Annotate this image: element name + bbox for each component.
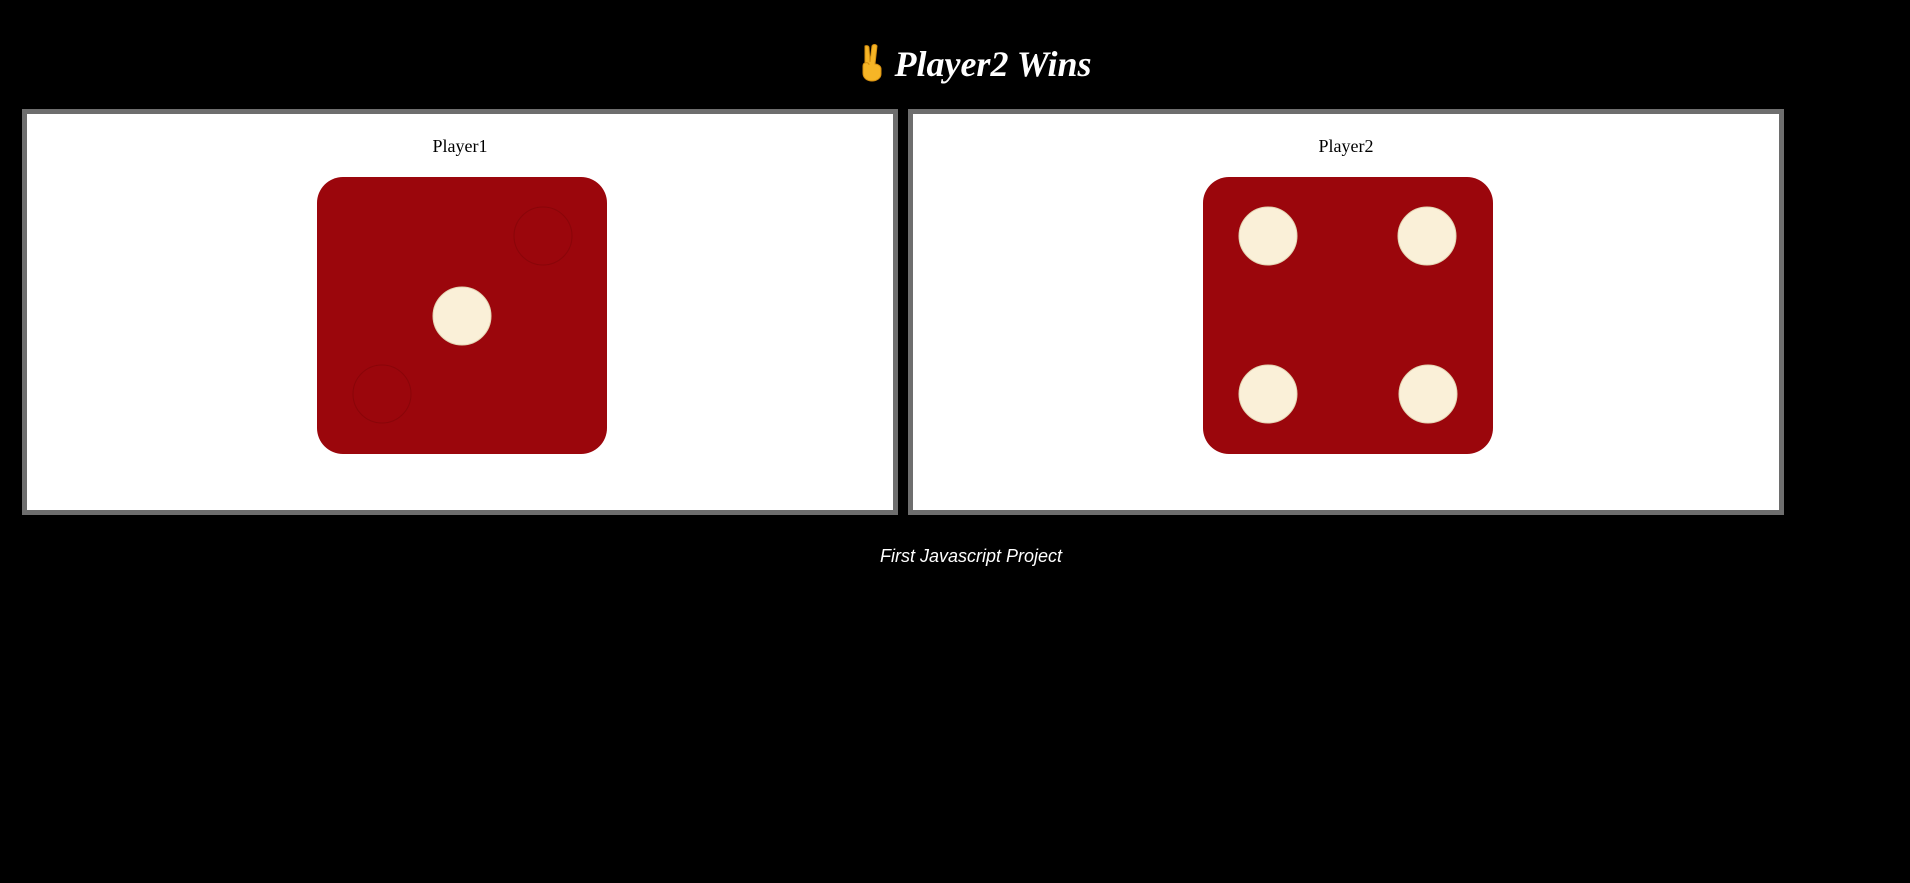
result-heading-text: Player2 Wins	[894, 44, 1092, 84]
player1-die-pip	[432, 286, 492, 346]
player2-die-pip	[1398, 364, 1458, 424]
victory-hand-icon	[862, 44, 882, 82]
result-heading: Player2 Wins	[0, 38, 1910, 90]
player2-die-pip	[1397, 206, 1457, 266]
player2-die	[1203, 177, 1493, 454]
player2-name: Player2	[1318, 136, 1374, 156]
footer-caption: First Javascript Project	[879, 546, 1063, 566]
player1-die	[317, 177, 607, 454]
player1-panel: Player1	[22, 109, 898, 515]
player2-die-pip	[1238, 206, 1298, 266]
player2-die-pip	[1238, 364, 1298, 424]
player2-panel: Player2	[908, 109, 1784, 515]
player1-name: Player1	[432, 136, 488, 156]
